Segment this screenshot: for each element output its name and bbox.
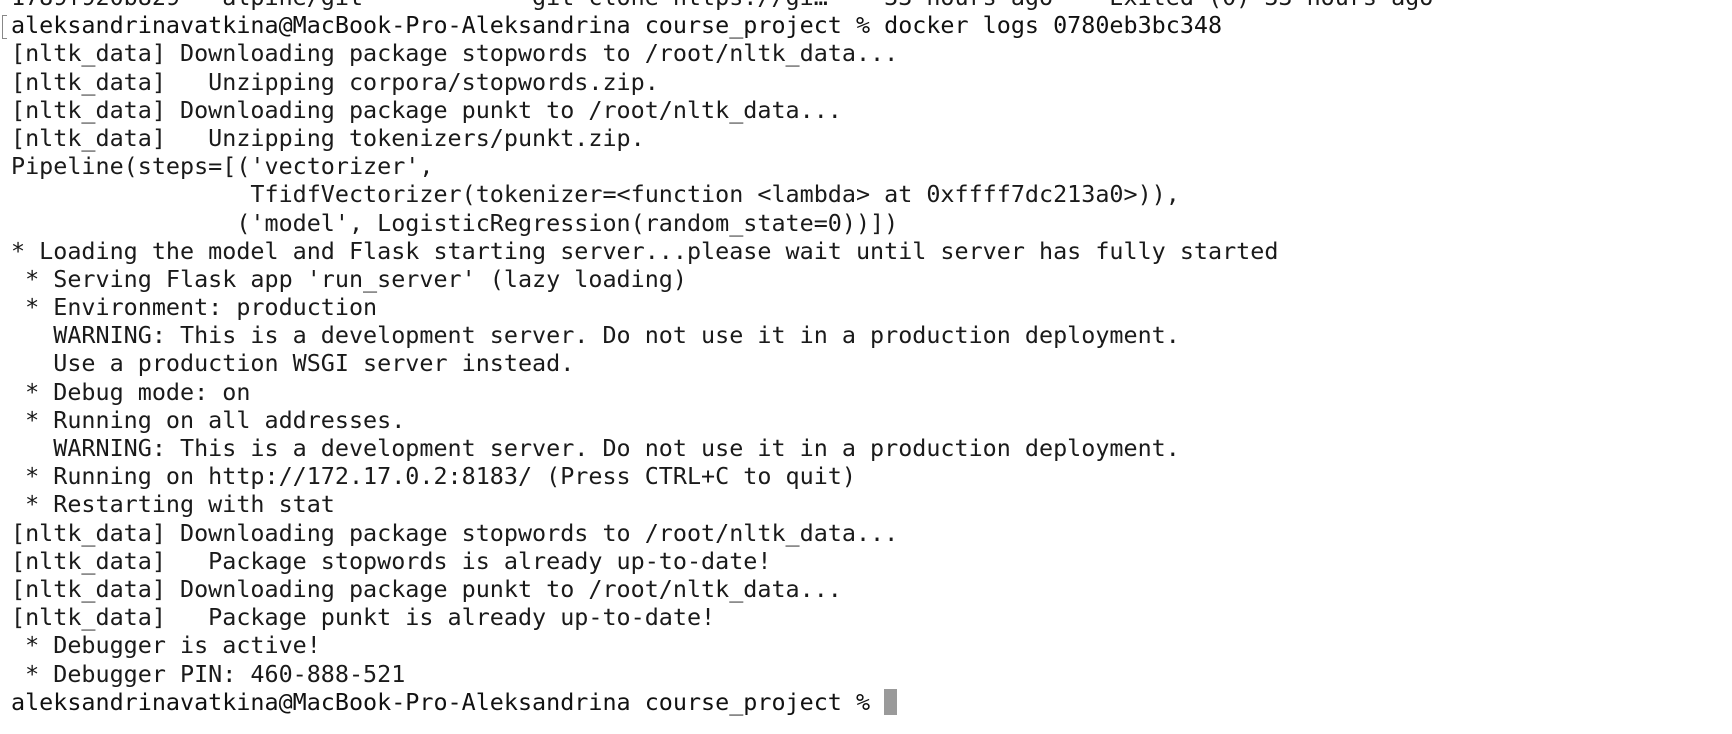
output-line: * Serving Flask app 'run_server' (lazy l… [11,264,687,293]
output-line: * Loading the model and Flask starting s… [11,236,1279,265]
command-line: aleksandrinavatkina@MacBook-Pro-Aleksand… [11,11,1223,40]
output-line: Use a production WSGI server instead. [11,349,575,378]
selection-bracket-marker [2,15,7,39]
output-line: [nltk_data] Downloading package punkt to… [11,574,842,603]
active-prompt-line[interactable]: aleksandrinavatkina@MacBook-Pro-Aleksand… [11,688,1433,716]
output-line: * Debug mode: on [11,377,251,406]
terminal-window[interactable]: 1789f920b829 alpine/git "git clone https… [0,0,1732,734]
output-line: * Debugger is active! [11,631,321,660]
output-line: TfidfVectorizer(tokenizer=<function <lam… [11,180,1180,209]
output-line: WARNING: This is a development server. D… [11,321,1180,350]
prompt-text: aleksandrinavatkina@MacBook-Pro-Aleksand… [11,687,885,716]
output-line: [nltk_data] Unzipping tokenizers/punkt.z… [11,123,645,152]
output-line: [nltk_data] Downloading package stopword… [11,518,899,547]
output-line: * Running on http://172.17.0.2:8183/ (Pr… [11,462,856,491]
output-line: ('model', LogisticRegression(random_stat… [11,208,899,237]
output-line: * Running on all addresses. [11,405,406,434]
output-line: [nltk_data] Unzipping corpora/stopwords.… [11,67,659,96]
output-line: [nltk_data] Package stopwords is already… [11,546,772,575]
terminal-output: 1789f920b829 alpine/git "git clone https… [11,0,1433,716]
output-line: [nltk_data] Package punkt is already up-… [11,603,716,632]
output-line: * Debugger PIN: 460-888-521 [11,659,406,688]
scrolled-previous-line: 1789f920b829 alpine/git "git clone https… [11,0,1433,11]
output-line: [nltk_data] Downloading package punkt to… [11,95,842,124]
output-line: * Environment: production [11,293,378,322]
output-line: WARNING: This is a development server. D… [11,434,1180,462]
text-cursor [884,688,898,715]
output-line: Pipeline(steps=[('vectorizer', [11,152,434,181]
output-line: [nltk_data] Downloading package stopword… [11,39,899,68]
output-line: * Restarting with stat [11,490,335,519]
